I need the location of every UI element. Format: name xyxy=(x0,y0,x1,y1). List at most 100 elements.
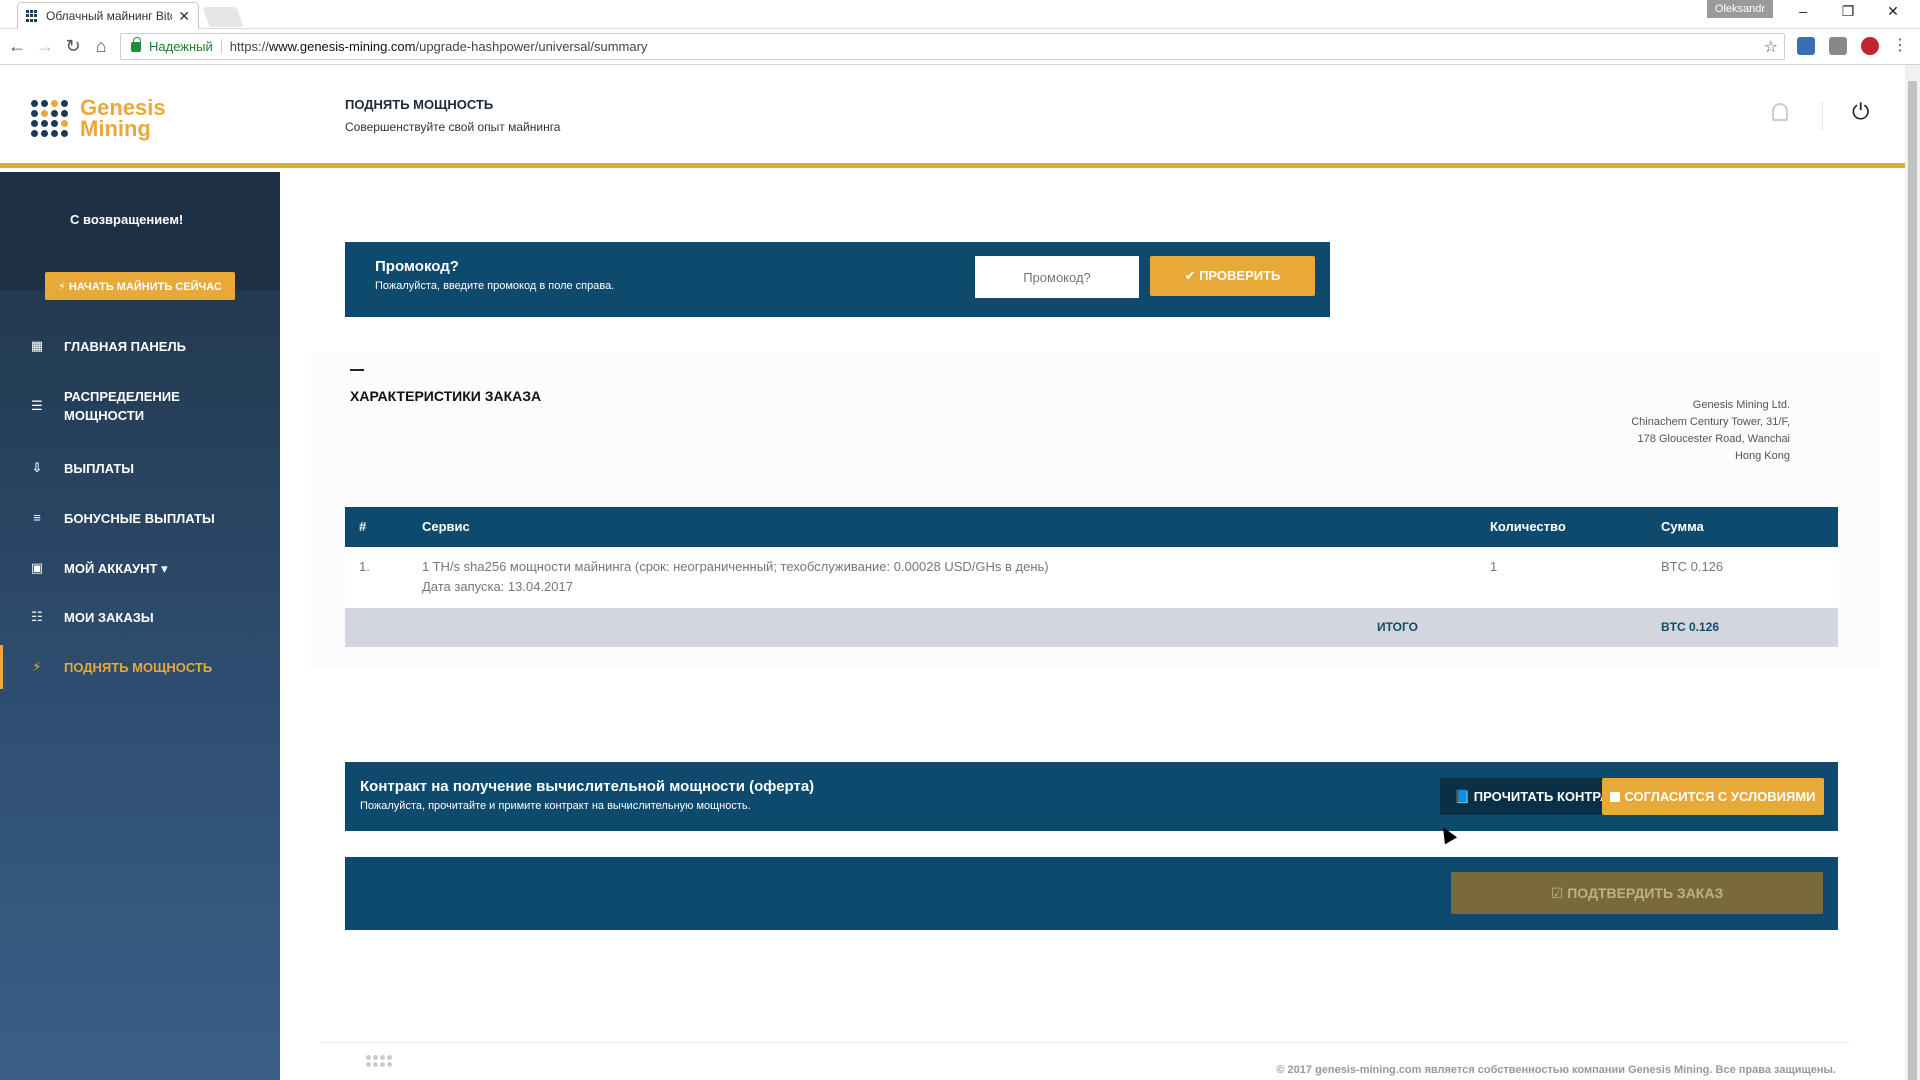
page-scrollbar[interactable] xyxy=(1905,65,1920,1080)
scrollbar-thumb[interactable] xyxy=(1908,81,1917,1080)
dashboard-icon: ▦ xyxy=(30,338,44,353)
footer-divider xyxy=(320,1042,1850,1043)
bell-icon[interactable] xyxy=(1772,103,1788,121)
confirm-order-button[interactable]: ☑ ПОДТВЕРДИТЬ ЗАКАЗ xyxy=(1451,872,1823,914)
checkbox-icon xyxy=(1610,791,1621,802)
row-start-date: Дата запуска: 13.04.2017 xyxy=(422,579,573,594)
address-line: Genesis Mining Ltd. xyxy=(1692,399,1790,411)
new-tab-button[interactable] xyxy=(202,7,244,27)
column-header-quantity: Количество xyxy=(1490,519,1566,534)
lightning-icon: ⚡ xyxy=(32,659,42,674)
cast-icon[interactable] xyxy=(1829,37,1847,55)
total-label: ИТОГО xyxy=(1377,620,1418,634)
address-line: Chinachem Century Tower, 31/F, xyxy=(1631,416,1790,428)
adblock-icon[interactable] xyxy=(1861,37,1879,55)
sidebar-item-label: ВЫПЛАТЫ xyxy=(64,460,134,476)
total-value: BTC 0.126 xyxy=(1661,620,1720,634)
contract-subtitle: Пожалуйста, прочитайте и примите контрак… xyxy=(360,800,751,812)
sidebar-item-dashboard[interactable]: ▦ ГЛАВНАЯ ПАНЕЛЬ xyxy=(0,324,280,368)
order-title: ХАРАКТЕРИСТИКИ ЗАКАЗА xyxy=(350,388,542,404)
restore-icon[interactable]: ❐ xyxy=(1838,3,1858,20)
secure-label: Надежный xyxy=(149,39,222,54)
read-contract-button[interactable]: 📘 ПРОЧИТАТЬ КОНТРАКТ xyxy=(1440,778,1605,815)
check-promo-button[interactable]: ✔ ПРОВЕРИТЬ xyxy=(1150,256,1315,296)
tab-close-icon[interactable]: ✕ xyxy=(178,8,190,25)
minimize-icon[interactable]: – xyxy=(1793,3,1813,19)
profile-badge[interactable]: Oleksandr xyxy=(1707,0,1773,18)
sidebar-item-label: ПОДНЯТЬ МОЩНОСТЬ xyxy=(64,659,213,675)
sidebar-item-label: БОНУСНЫЕ ВЫПЛАТЫ xyxy=(64,510,215,526)
agree-terms-label: СОГЛАСИТСЯ С УСЛОВИЯМИ xyxy=(1624,789,1816,804)
sliders-icon: ☰ xyxy=(31,398,43,413)
column-header-service: Сервис xyxy=(422,519,470,534)
row-quantity: 1 xyxy=(1490,559,1498,574)
reload-icon[interactable]: ↻ xyxy=(63,36,83,56)
url-input[interactable]: Надежный https://www.genesis-mining.com/… xyxy=(120,33,1785,60)
logo-dots-icon xyxy=(31,99,68,137)
footer-copyright: © 2017 genesis-mining.com является собст… xyxy=(1276,1064,1836,1076)
address-line: 178 Gloucester Road, Wanchai xyxy=(1637,433,1790,445)
list-bullets-icon: ☷ xyxy=(31,609,43,624)
sidebar-item-label: РАСПРЕДЕЛЕНИЕ xyxy=(64,389,180,404)
table-row: 1. 1 TH/s sha256 мощности майнинга (срок… xyxy=(345,547,1838,608)
header-divider xyxy=(1822,101,1823,131)
menu-kebab-icon[interactable]: ⋮ xyxy=(1890,36,1910,56)
sidebar-item-bonus-payouts[interactable]: ≡ БОНУСНЫЕ ВЫПЛАТЫ xyxy=(0,496,280,540)
sidebar-item-label: ГЛАВНАЯ ПАНЕЛЬ xyxy=(64,338,186,354)
back-arrow-icon[interactable]: ← xyxy=(7,36,27,56)
list-icon: ≡ xyxy=(33,510,41,525)
contract-panel: Контракт на получение вычислительной мощ… xyxy=(345,762,1838,831)
company-address: Genesis Mining Ltd. Chinachem Century To… xyxy=(1631,397,1790,465)
url-text: https://www.genesis-mining.com/upgrade-h… xyxy=(229,39,648,54)
welcome-text: С возвращением! xyxy=(70,212,184,227)
forward-arrow-icon[interactable]: → xyxy=(35,36,55,56)
genesis-favicon-icon xyxy=(26,10,38,22)
section-dash xyxy=(350,369,364,371)
sidebar-item-label: МОИ ЗАКАЗЫ xyxy=(64,609,154,625)
column-header-sum: Сумма xyxy=(1661,519,1704,534)
sidebar-item-label-line2: МОЩНОСТИ xyxy=(64,408,145,423)
sidebar-item-orders[interactable]: ☷ МОИ ЗАКАЗЫ xyxy=(0,595,280,639)
table-header: # Сервис Количество Сумма xyxy=(345,507,1838,547)
logo-text-line1: Genesis xyxy=(80,95,166,120)
row-number: 1. xyxy=(359,559,370,574)
sidebar-item-upgrade-hashpower[interactable]: ⚡ ПОДНЯТЬ МОЩНОСТЬ xyxy=(0,645,280,689)
window-close-icon[interactable]: ✕ xyxy=(1883,3,1903,20)
contract-title: Контракт на получение вычислительной мощ… xyxy=(360,778,815,795)
column-header-number: # xyxy=(359,519,367,534)
browser-tabbar: Облачный майнинг Bitc ✕ Oleksandr – ❐ ✕ xyxy=(0,0,1920,29)
browser-tab[interactable]: Облачный майнинг Bitc ✕ xyxy=(17,2,199,29)
app-header: Genesis Mining ПОДНЯТЬ МОЩНОСТЬ Совершен… xyxy=(0,65,1905,168)
sidebar-item-account[interactable]: ▣ МОЙ АККАУНТ ▾ xyxy=(0,546,280,590)
confirm-panel: ☑ ПОДТВЕРДИТЬ ЗАКАЗ xyxy=(345,857,1838,930)
promo-title: Промокод? xyxy=(375,258,459,275)
footer-logo-icon xyxy=(366,1055,392,1067)
start-mining-button[interactable]: ⚡ НАЧАТЬ МАЙНИТЬ СЕЙЧАС xyxy=(45,272,235,300)
page-title: ПОДНЯТЬ МОЩНОСТЬ xyxy=(345,97,494,112)
order-table: # Сервис Количество Сумма 1. 1 TH/s sha2… xyxy=(345,507,1838,647)
home-icon[interactable]: ⌂ xyxy=(91,36,111,56)
address-line: Hong Kong xyxy=(1734,450,1790,462)
tab-title: Облачный майнинг Bitc xyxy=(46,9,173,23)
table-total-row: ИТОГО BTC 0.126 xyxy=(345,608,1838,647)
page-subtitle: Совершенствуйте свой опыт майнинга xyxy=(345,120,561,134)
sidebar: С возвращением! ⚡ НАЧАТЬ МАЙНИТЬ СЕЙЧАС … xyxy=(0,172,280,1080)
promo-code-input[interactable] xyxy=(975,256,1139,298)
row-service: 1 TH/s sha256 мощности майнинга (срок: н… xyxy=(422,559,1049,574)
sidebar-item-payouts[interactable]: ⇩ ВЫПЛАТЫ xyxy=(0,446,280,490)
promo-subtitle: Пожалуйста, введите промокод в поле спра… xyxy=(375,280,615,292)
download-icon: ⇩ xyxy=(31,460,43,475)
genesis-logo[interactable]: Genesis Mining xyxy=(31,95,166,141)
promo-panel: Промокод? Пожалуйста, введите промокод в… xyxy=(345,242,1330,317)
logo-text-line2: Mining xyxy=(80,116,151,141)
main-content: Промокод? Пожалуйста, введите промокод в… xyxy=(280,172,1905,1080)
sidebar-item-allocation[interactable]: ☰ РАСПРЕДЕЛЕНИЕ МОЩНОСТИ xyxy=(0,380,280,432)
row-sum: BTC 0.126 xyxy=(1661,559,1724,574)
bookmark-star-icon[interactable]: ☆ xyxy=(1764,37,1778,57)
agree-terms-button[interactable]: СОГЛАСИТСЯ С УСЛОВИЯМИ xyxy=(1602,778,1824,815)
power-icon[interactable]: ⏻ xyxy=(1852,99,1869,125)
browser-addressbar: ← → ↻ ⌂ Надежный https://www.genesis-min… xyxy=(0,29,1920,65)
user-card-icon: ▣ xyxy=(30,560,44,575)
sidebar-item-label: МОЙ АККАУНТ ▾ xyxy=(64,560,168,576)
extension-user-icon[interactable] xyxy=(1797,37,1815,55)
